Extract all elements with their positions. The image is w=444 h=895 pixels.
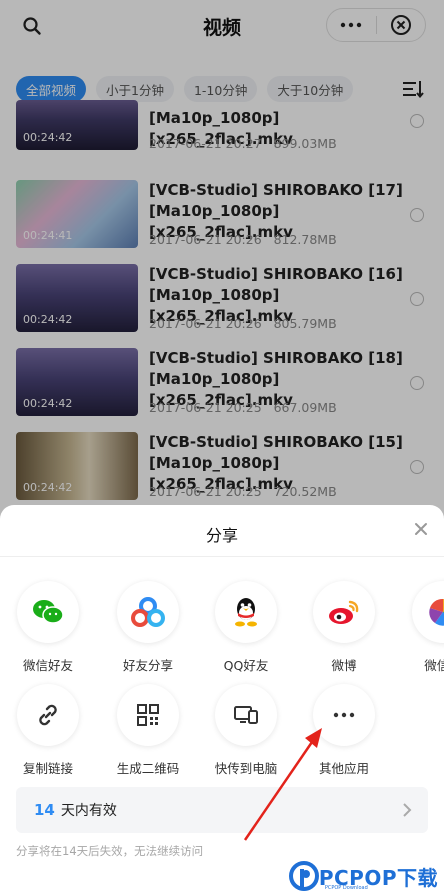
validity-selector[interactable]: 14 天内有效 — [16, 787, 428, 833]
wechat-icon — [33, 600, 64, 624]
share-label: 复制链接 — [22, 761, 73, 776]
share-sheet: 分享 微信好友 好友分享 QQ好友 微博 微信 复制链接 生成二维码 快传到电脑… — [0, 505, 444, 895]
validity-note: 分享将在14天后失效，无法继续访问 — [16, 844, 204, 858]
share-friend-share[interactable]: 好友分享 — [108, 581, 188, 674]
share-wechat-moments[interactable]: 微信朋 — [403, 581, 444, 674]
close-share-button[interactable] — [412, 520, 430, 538]
generate-qrcode-button[interactable]: 生成二维码 — [108, 684, 188, 777]
watermark-logo: PCPOP下载 PCPOP Download — [288, 861, 438, 891]
share-sheet-title: 分享 — [0, 505, 444, 557]
other-apps-button[interactable]: 其他应用 — [304, 684, 384, 777]
share-wechat-friend[interactable]: 微信好友 — [8, 581, 88, 674]
validity-text: 天内有效 — [60, 803, 117, 819]
watermark-subtext: PCPOP Download — [324, 885, 368, 891]
share-label: 快传到电脑 — [214, 761, 278, 776]
copy-link-button[interactable]: 复制链接 — [8, 684, 88, 777]
share-label: QQ好友 — [223, 658, 269, 673]
share-label: 微信朋 — [424, 658, 444, 673]
validity-days: 14 — [34, 801, 55, 819]
close-icon — [415, 523, 427, 535]
wechat-moments-icon — [429, 598, 444, 626]
qq-icon — [235, 598, 257, 627]
share-qq-friend[interactable]: QQ好友 — [206, 581, 286, 674]
devices-icon — [234, 706, 258, 724]
share-label: 生成二维码 — [116, 761, 180, 776]
more-icon — [333, 712, 355, 718]
chevron-right-icon — [403, 803, 412, 817]
qrcode-icon — [137, 704, 159, 726]
pcpop-logo-icon — [288, 861, 319, 891]
share-label: 微信好友 — [22, 658, 73, 673]
share-label: 微博 — [331, 658, 357, 673]
baidu-friends-icon — [131, 597, 165, 627]
share-label: 好友分享 — [122, 658, 173, 673]
share-actions-row: 复制链接 生成二维码 快传到电脑 其他应用 — [0, 684, 444, 777]
share-weibo[interactable]: 微博 — [304, 581, 384, 674]
share-targets-row: 微信好友 好友分享 QQ好友 微博 微信朋 — [0, 581, 444, 674]
share-label: 其他应用 — [318, 761, 369, 776]
weibo-icon — [329, 600, 359, 624]
send-to-pc-button[interactable]: 快传到电脑 — [206, 684, 286, 777]
link-icon — [39, 704, 57, 726]
